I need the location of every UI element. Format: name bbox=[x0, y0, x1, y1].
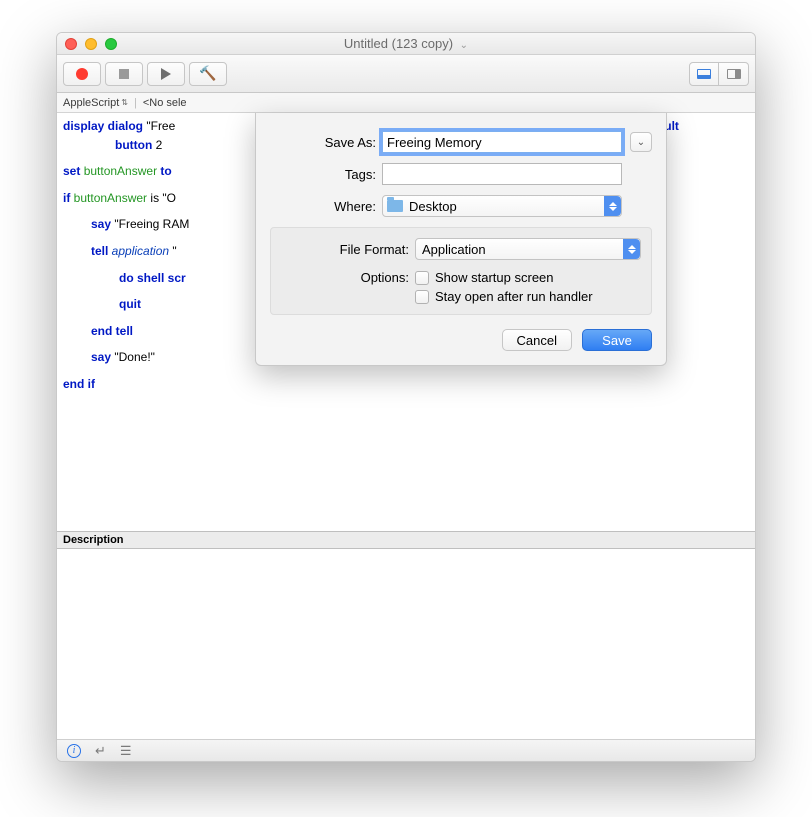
format-options-section: File Format: Application Options: Show s… bbox=[270, 227, 652, 315]
chevron-updown-icon: ⇅ bbox=[121, 98, 128, 107]
selection-dropdown[interactable]: <No sele bbox=[143, 97, 187, 109]
file-format-value: Application bbox=[422, 242, 486, 257]
titlebar: Untitled (123 copy) ⌄ bbox=[57, 33, 755, 55]
window-title-text: Untitled (123 copy) bbox=[344, 36, 453, 51]
options-label: Options: bbox=[281, 270, 409, 285]
save-dialog: Save As: ⌄ Tags: Where: Desktop File For… bbox=[255, 113, 667, 366]
language-dropdown[interactable]: AppleScript ⇅ bbox=[63, 97, 128, 109]
save-as-label: Save As: bbox=[270, 135, 376, 150]
panel-bottom-icon bbox=[697, 69, 711, 79]
toolbar: 🔨 bbox=[57, 55, 755, 93]
compile-button[interactable]: 🔨 bbox=[189, 62, 227, 86]
where-dropdown[interactable]: Desktop bbox=[382, 195, 622, 217]
run-button[interactable] bbox=[147, 62, 185, 86]
nav-separator: | bbox=[134, 97, 137, 109]
window-title[interactable]: Untitled (123 copy) ⌄ bbox=[57, 36, 755, 51]
title-chevron-icon: ⌄ bbox=[460, 40, 468, 51]
folder-icon bbox=[387, 200, 403, 212]
file-format-dropdown[interactable]: Application bbox=[415, 238, 641, 260]
play-icon bbox=[161, 68, 171, 80]
chevron-down-icon: ⌄ bbox=[637, 137, 645, 148]
show-startup-label: Show startup screen bbox=[435, 270, 554, 285]
dialog-buttons: Cancel Save bbox=[270, 329, 652, 351]
panel-side-icon bbox=[727, 69, 741, 79]
where-label: Where: bbox=[270, 199, 376, 214]
description-area[interactable] bbox=[57, 549, 755, 739]
checkbox-icon bbox=[415, 290, 429, 304]
tags-field[interactable] bbox=[382, 163, 622, 185]
selection-label: <No sele bbox=[143, 97, 187, 109]
expand-dialog-button[interactable]: ⌄ bbox=[630, 132, 652, 152]
checkbox-icon bbox=[415, 271, 429, 285]
dropdown-arrows-icon bbox=[623, 239, 640, 259]
save-button[interactable]: Save bbox=[582, 329, 652, 351]
show-startup-checkbox[interactable]: Show startup screen bbox=[415, 270, 554, 285]
return-icon[interactable]: ↵ bbox=[95, 743, 106, 759]
show-description-button[interactable] bbox=[689, 62, 719, 86]
list-icon[interactable]: ☰ bbox=[120, 743, 132, 759]
hammer-icon: 🔨 bbox=[199, 65, 216, 82]
cancel-button[interactable]: Cancel bbox=[502, 329, 572, 351]
tags-label: Tags: bbox=[270, 167, 376, 182]
info-icon[interactable]: i bbox=[67, 744, 81, 758]
show-sidebar-button[interactable] bbox=[719, 62, 749, 86]
status-bar: i ↵ ☰ bbox=[57, 739, 755, 761]
record-button[interactable] bbox=[63, 62, 101, 86]
record-icon bbox=[76, 68, 88, 80]
file-format-label: File Format: bbox=[281, 242, 409, 257]
stay-open-label: Stay open after run handler bbox=[435, 289, 593, 304]
stop-icon bbox=[119, 69, 129, 79]
navigation-bar: AppleScript ⇅ | <No sele bbox=[57, 93, 755, 113]
language-label: AppleScript bbox=[63, 97, 119, 109]
stay-open-checkbox[interactable]: Stay open after run handler bbox=[415, 289, 593, 304]
description-header: Description bbox=[57, 531, 755, 549]
description-label: Description bbox=[63, 534, 124, 546]
where-value: Desktop bbox=[409, 199, 457, 214]
stop-button[interactable] bbox=[105, 62, 143, 86]
view-toggle bbox=[689, 62, 749, 86]
save-as-field[interactable] bbox=[382, 131, 622, 153]
dropdown-arrows-icon bbox=[604, 196, 621, 216]
script-editor-window: Untitled (123 copy) ⌄ 🔨 AppleScript ⇅ | … bbox=[56, 32, 756, 762]
